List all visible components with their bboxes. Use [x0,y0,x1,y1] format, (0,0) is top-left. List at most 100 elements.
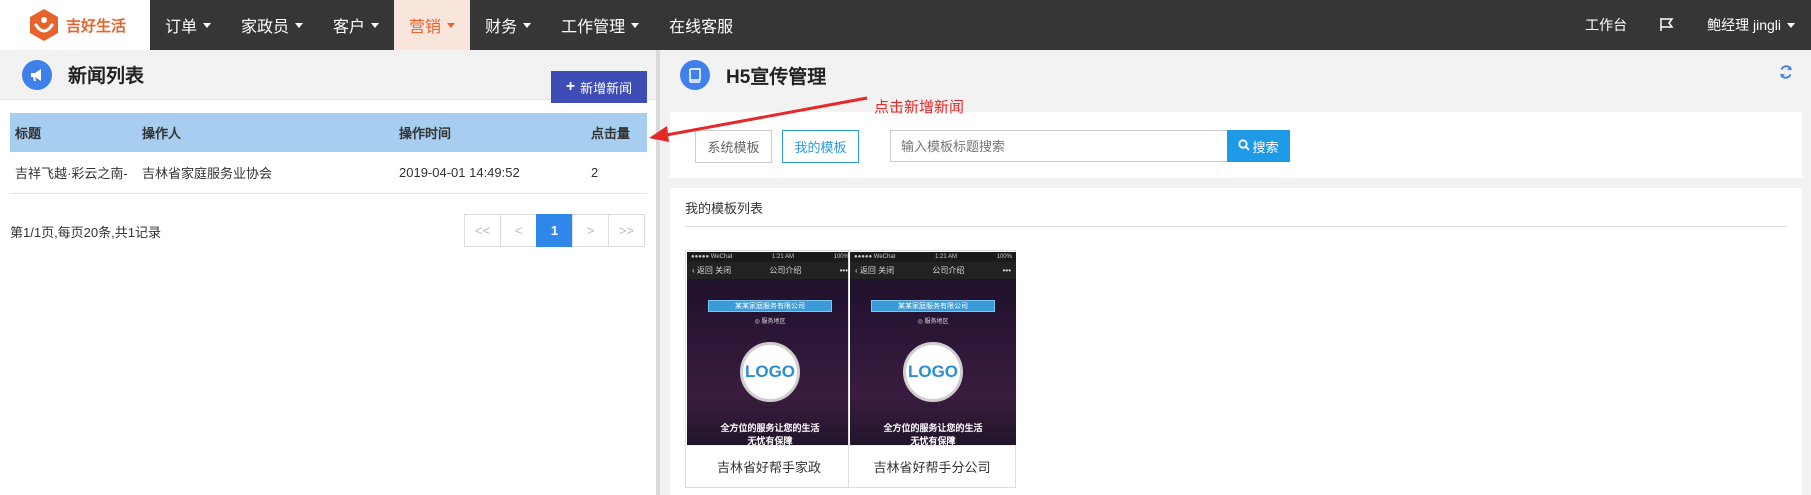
chevron-down-icon [631,22,640,28]
preview-logo: LOGO [903,342,963,402]
top-navbar: 吉好生活 订单 家政员 客户 营销 财务 工作管理 在线客服 工作台 鲍经理 j… [0,0,1811,50]
cell-title[interactable]: 吉祥飞越·彩云之南- [10,152,137,194]
column-header-operator[interactable]: 操作人 [137,113,394,152]
nav-item-marketing[interactable]: 营销 [394,0,471,50]
preview-slogan: 全方位的服务让您的生活 无忧有保障 [687,422,853,445]
template-search-input[interactable] [890,130,1228,162]
nav-label: 客户 [333,19,366,36]
cell-clicks: 2 [586,152,647,194]
nav-label: 工作台 [1585,17,1628,33]
nav-item-housekeepers[interactable]: 家政员 [226,0,318,50]
preview-text: 全方位的服务让您的生活 [883,423,983,433]
preview-text: 100% [996,254,1012,260]
user-name: 鲍经理 jingli [1707,17,1781,33]
nav-label: 工作管理 [561,19,626,36]
brand-logo-icon [26,7,62,43]
preview-text: 1:21 AM [934,254,957,260]
preview-back: ‹ 返回 关闭 [692,266,732,275]
template-name[interactable]: 吉林省好帮手家政 [686,445,852,487]
megaphone-icon [22,59,52,90]
nav-item-customers[interactable]: 客户 [318,0,394,50]
news-table: 标题 操作人 操作时间 点击量 吉祥飞越·彩云之南- 吉林省家庭服务业协会 20… [10,113,647,194]
template-card[interactable]: ●●●●● WeChat 1:21 AM 100% ‹ 返回 关闭 公司介绍 ••• 某… [685,250,853,488]
column-header-time[interactable]: 操作时间 [394,113,586,152]
table-header-row: 标题 操作人 操作时间 点击量 [10,113,647,152]
preview-status-bar: ●●●●● WeChat 1:21 AM 100% [687,252,853,262]
preview-text: 公司介绍 [932,266,965,275]
pager-first-button[interactable]: << [464,214,501,247]
preview-text: 返回 关闭 [696,266,732,275]
chevron-down-icon [371,22,380,28]
annotation-arrow [649,96,868,142]
page-info: 第1/1页,每页20条,共1记录 [10,225,161,240]
nav-label: 营销 [409,19,442,36]
brand-name: 吉好生活 [66,17,127,35]
add-news-button[interactable]: + 新增新闻 [551,71,647,103]
preview-text: ●●●●● WeChat [854,254,896,260]
page-title: H5宣传管理 [726,66,827,88]
preview-title-bar: ‹ 返回 关闭 公司介绍 ••• [850,262,1016,279]
chevron-down-icon [295,22,304,28]
nav-right: 工作台 鲍经理 jingli [1569,0,1811,50]
preview-text: 100% [833,254,849,260]
preview-text: 返回 关闭 [859,266,895,275]
template-name[interactable]: 吉林省好帮手分公司 [849,445,1015,487]
more-icon: ••• [839,266,848,275]
template-preview[interactable]: ●●●●● WeChat 1:21 AM 100% ‹ 返回 关闭 公司介绍 ••• 某… [687,252,853,445]
nav-workbench[interactable]: 工作台 [1569,0,1643,50]
cell-time: 2019-04-01 14:49:52 [394,152,586,194]
more-icon: ••• [1002,266,1011,275]
column-header-clicks[interactable]: 点击量 [586,113,647,152]
preview-text: 无忧有保障 [910,436,956,445]
nav-item-orders[interactable]: 订单 [150,0,226,50]
chevron-down-icon [523,22,532,28]
preview-back: ‹ 返回 关闭 [855,266,895,275]
column-header-title[interactable]: 标题 [10,113,137,152]
nav-flag-button[interactable] [1643,0,1691,50]
search-button[interactable]: 搜索 [1227,130,1290,162]
refresh-icon[interactable] [1779,65,1793,83]
preview-banner: 某某家庭服务有限公司 [708,300,832,312]
preview-sub: ◎ 服务地区 [917,319,949,325]
chevron-down-icon [447,22,456,28]
pager-next-button[interactable]: > [572,214,609,247]
plus-icon: + [565,78,576,95]
preview-status-bar: ●●●●● WeChat 1:21 AM 100% [850,252,1016,262]
list-title: 我的模板列表 [685,201,764,216]
chevron-down-icon [203,22,212,28]
template-card[interactable]: ●●●●● WeChat 1:21 AM 100% ‹ 返回 关闭 公司介绍 ••• 某… [848,250,1016,488]
preview-logo: LOGO [740,342,800,402]
search-icon [1238,138,1252,154]
preview-slogan: 全方位的服务让您的生活 无忧有保障 [850,422,1016,445]
flag-icon [1659,16,1675,35]
nav-label: 家政员 [241,19,290,36]
preview-text: ●●●●● WeChat [691,254,733,260]
preview-text: 1:21 AM [771,254,794,260]
pager-current-page[interactable]: 1 [536,214,573,247]
preview-title-bar: ‹ 返回 关闭 公司介绍 ••• [687,262,853,279]
cell-operator: 吉林省家庭服务业协会 [137,152,394,194]
nav-item-work-management[interactable]: 工作管理 [546,0,654,50]
nav-label: 订单 [165,19,198,36]
nav-label: 在线客服 [669,19,734,36]
preview-sub: ◎ 服务地区 [754,319,786,325]
page-title: 新闻列表 [68,66,145,87]
preview-text: 全方位的服务让您的生活 [720,423,820,433]
nav-user-menu[interactable]: 鲍经理 jingli [1691,0,1811,50]
table-row[interactable]: 吉祥飞越·彩云之南- 吉林省家庭服务业协会 2019-04-01 14:49:5… [10,152,647,194]
nav-item-online-service[interactable]: 在线客服 [654,0,748,50]
divider [685,226,1787,227]
template-list: 我的模板列表 ●●●●● WeChat 1:21 AM 100% ‹ 返回 关闭 公司… [670,188,1802,495]
nav-label: 财务 [485,19,518,36]
template-preview[interactable]: ●●●●● WeChat 1:21 AM 100% ‹ 返回 关闭 公司介绍 ••• 某… [850,252,1016,445]
book-icon [680,60,710,90]
pager-prev-button[interactable]: < [500,214,537,247]
brand[interactable]: 吉好生活 [0,0,150,50]
preview-text: 公司介绍 [769,266,802,275]
button-label: 新增新闻 [580,80,633,96]
annotation-text: 点击新增新闻 [874,99,965,116]
pager-last-button[interactable]: >> [608,214,645,247]
pagination: << < 1 > >> [464,214,645,247]
preview-text: 无忧有保障 [747,436,793,445]
nav-item-finance[interactable]: 财务 [470,0,546,50]
